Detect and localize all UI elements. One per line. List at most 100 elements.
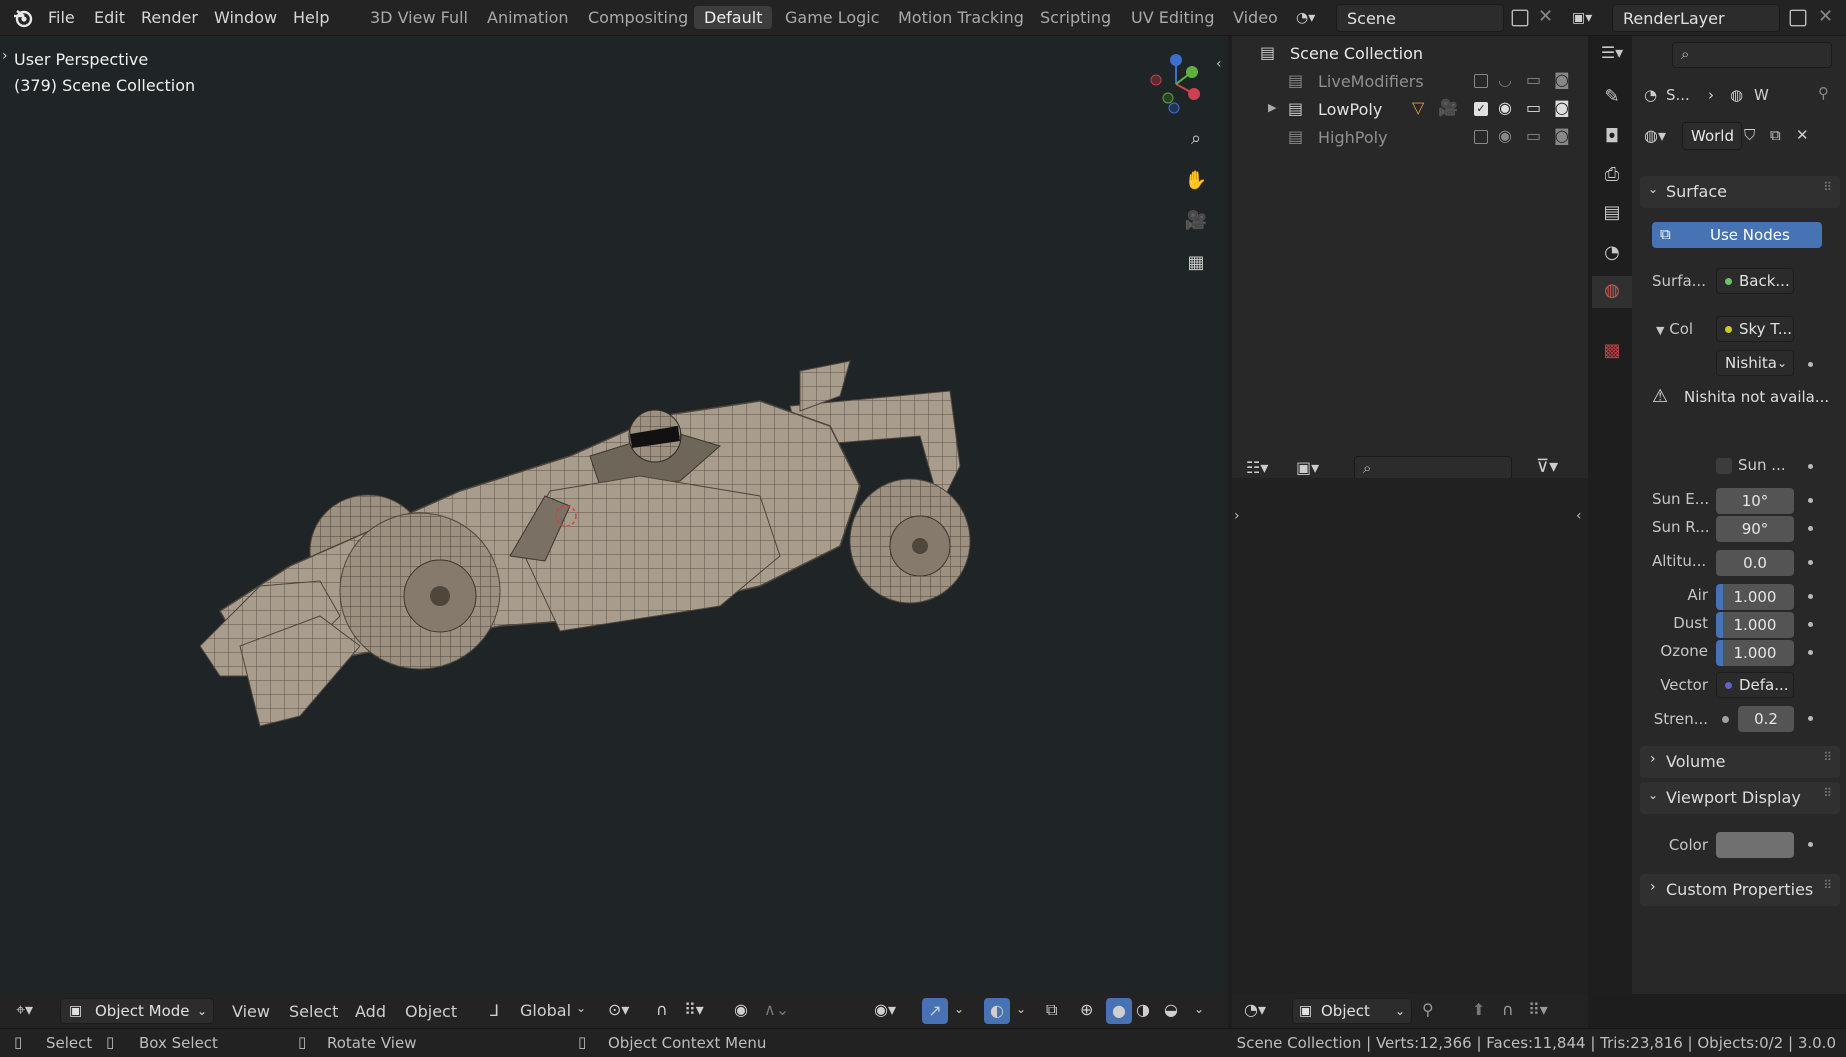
outliner-row-scene-collection[interactable]: ▤ Scene Collection [1232,40,1588,68]
material-shading-icon[interactable]: ◑ [1136,1000,1150,1019]
keyframe-dot[interactable] [1808,650,1813,655]
menu-edit[interactable]: Edit [94,8,125,27]
toggle-perspective-grid-icon[interactable]: ▦ [1180,248,1212,280]
render-tab-icon[interactable]: ◘ [1592,122,1632,154]
keyframe-dot[interactable] [1808,464,1813,469]
ozone-density-field[interactable]: 1.000 [1716,640,1794,666]
new-view-layer-icon[interactable] [1789,9,1807,27]
scene-selector-icon[interactable]: ◔▾ [1296,6,1334,30]
pin-icon[interactable]: ⚲ [1818,84,1829,102]
viewport-expand-arrow-icon[interactable]: › [2,48,8,64]
outliner-row-livemodifiers[interactable]: ▤ LiveModifiers ◡ ▭ ◙ [1232,68,1588,96]
camera-icon[interactable]: ◙ [1554,98,1570,117]
world-selector-icon[interactable]: ◍▾ [1644,126,1666,145]
falloff-icon[interactable]: ∧⌄ [764,1000,789,1019]
viewport-display-panel-header[interactable]: ⌄ Viewport Display ⠿ [1640,782,1840,814]
visibility-eye-icon[interactable]: ◉▾ [874,1000,896,1019]
shading-dropdown-icon[interactable]: ⌄ [1194,1002,1204,1016]
expand-left-arrow-icon[interactable]: › [1234,508,1240,524]
eye-open-icon[interactable]: ◉ [1498,98,1512,117]
collapse-right-arrow-icon[interactable]: ‹ [1216,56,1222,72]
snap-magnet-icon[interactable]: ∩ [656,1000,668,1019]
keyframe-dot[interactable] [1808,622,1813,627]
race-car-model[interactable] [199,316,980,776]
gizmo-toggle-icon[interactable]: ↗ [922,998,948,1024]
keyframe-dot[interactable] [1808,842,1813,847]
view-layer-field[interactable]: RenderLayer [1612,4,1780,32]
monitor-icon[interactable]: ▭ [1526,98,1541,117]
viewport-color-swatch[interactable] [1716,832,1794,858]
parent-icon[interactable]: ⬆ [1472,1000,1485,1019]
exclude-checkbox[interactable] [1474,74,1488,88]
pivot-point-icon[interactable]: ⊙▾ [608,1000,629,1019]
outliner-row-lowpoly[interactable]: ▶ ▤ LowPoly ▽ 🎥 ✓ ◉ ▭ ◙ [1232,96,1588,124]
gizmo-dropdown-icon[interactable]: ⌄ [954,1002,964,1016]
editor-type-icon[interactable]: ☰▾ [1592,38,1632,68]
sun-disc-checkbox[interactable] [1716,458,1732,474]
use-nodes-button[interactable]: ⧉ Use Nodes [1652,222,1822,248]
tab-animation[interactable]: Animation [487,8,569,27]
menu-window[interactable]: Window [214,8,277,27]
drag-handle-icon[interactable]: ⠿ [1823,786,1832,800]
tab-default[interactable]: Default [694,6,773,29]
view-layer-tab-icon[interactable]: ▤ [1592,198,1632,230]
delete-scene-icon[interactable]: ✕ [1538,6,1553,27]
sky-type-dropdown[interactable]: Nishita ⌄ [1716,350,1794,376]
snap-magnet-icon[interactable]: ∩ [1502,1000,1514,1019]
air-density-field[interactable]: 1.000 [1716,584,1794,610]
menu-file[interactable]: File [48,8,75,27]
eye-open-icon[interactable]: ◉ [1498,126,1512,145]
solid-shading-icon[interactable]: ● [1106,998,1132,1024]
tab-video-editing[interactable]: Video I [1233,8,1283,27]
camera-view-icon[interactable]: 🎥 [1180,206,1212,238]
outliner-row-highpoly[interactable]: ▤ HighPoly ◉ ▭ ◙ [1232,124,1588,152]
tab-uv-editing[interactable]: UV Editing [1131,8,1214,27]
menu-help[interactable]: Help [293,8,329,27]
unlink-world-icon[interactable]: ✕ [1796,126,1809,144]
pan-hand-icon[interactable]: ✋ [1180,166,1212,198]
view-layer-mode-icon[interactable]: ▣▾ [1296,458,1319,477]
menu-object[interactable]: Object [405,1002,457,1021]
object-mode-dropdown[interactable]: ▣ Object Mode ⌄ [60,998,214,1024]
keyframe-dot[interactable] [1808,594,1813,599]
3d-viewport[interactable]: › User Perspective (379) Scene Collectio… [0,36,1228,994]
monitor-icon[interactable]: ▭ [1526,126,1541,145]
filter-icon[interactable]: ⊽▾ [1536,456,1558,477]
breadcrumb-world[interactable]: W [1754,86,1769,104]
color-input-selector[interactable]: Sky T... [1716,316,1794,342]
surface-shader-selector[interactable]: Back... [1716,268,1794,294]
properties-search-input[interactable]: ⌕ [1672,42,1832,68]
tab-game-logic[interactable]: Game Logic [785,8,880,27]
scene-field[interactable]: Scene [1336,4,1504,32]
snap-target-icon[interactable]: ⠿▾ [1528,1000,1548,1019]
tab-motion-tracking[interactable]: Motion Tracking [898,8,1024,27]
sun-rotation-field[interactable]: 90° [1716,516,1794,542]
drag-handle-icon[interactable]: ⠿ [1823,180,1832,194]
menu-view[interactable]: View [232,1002,270,1021]
editor-type-icon[interactable]: ◔▾ [1244,1000,1266,1019]
camera-icon[interactable]: ◙ [1554,126,1570,145]
keyframe-dot[interactable] [1808,716,1813,721]
texture-tab-icon[interactable]: ▩ [1592,336,1632,368]
view-layer-selector-icon[interactable]: ▣▾ [1572,6,1608,30]
world-tab-icon[interactable]: ◍ [1592,276,1632,308]
wireframe-shading-icon[interactable]: ⊕ [1080,1000,1093,1019]
menu-select[interactable]: Select [289,1002,338,1021]
tab-scripting[interactable]: Scripting [1040,8,1111,27]
new-world-icon[interactable]: ⧉ [1770,126,1781,144]
expand-right-arrow-icon[interactable]: ‹ [1576,508,1582,524]
secondary-editor-area[interactable]: › ‹ ◔▾ ▣ Object ⌄ ⚲ ⬆ ∩ ⠿▾ [1232,478,1588,1028]
overlays-toggle-icon[interactable]: ◐ [984,998,1010,1024]
keyframe-dot[interactable] [1808,526,1813,531]
zoom-icon[interactable]: ⌕ [1180,124,1212,156]
tool-tab-icon[interactable]: ✎ [1592,82,1632,114]
keyframe-dot[interactable] [1808,498,1813,503]
keyframe-dot[interactable] [1808,362,1813,367]
display-mode-icon[interactable]: ☷▾ [1246,458,1268,477]
menu-render[interactable]: Render [141,8,198,27]
rendered-shading-icon[interactable]: ◒ [1164,1000,1178,1019]
scene-tab-icon[interactable]: ◔ [1592,238,1632,270]
exclude-checkbox[interactable] [1474,130,1488,144]
custom-properties-panel-header[interactable]: › Custom Properties ⠿ [1640,874,1840,906]
delete-view-layer-icon[interactable]: ✕ [1818,6,1833,27]
